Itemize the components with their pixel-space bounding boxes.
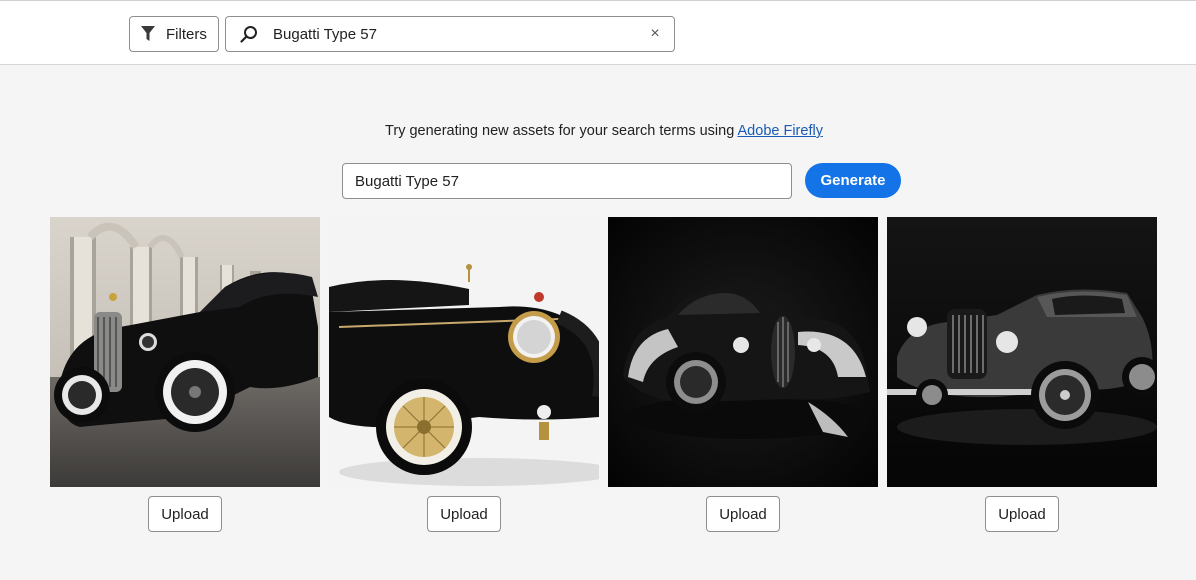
search-icon xyxy=(240,25,258,43)
firefly-prompt: Try generating new assets for your searc… xyxy=(0,123,1196,139)
search-input[interactable] xyxy=(273,19,633,49)
upload-button[interactable]: Upload xyxy=(427,496,501,532)
upload-button[interactable]: Upload xyxy=(985,496,1059,532)
result-card: Upload xyxy=(329,217,599,532)
generate-button[interactable]: Generate xyxy=(805,163,901,198)
generate-prompt-input[interactable] xyxy=(342,163,792,199)
result-card: Upload xyxy=(887,217,1157,532)
search-box: × xyxy=(225,16,675,52)
result-image[interactable] xyxy=(608,217,878,487)
result-card: Upload xyxy=(608,217,878,532)
upload-button[interactable]: Upload xyxy=(148,496,222,532)
result-image[interactable] xyxy=(887,217,1157,487)
adobe-firefly-link[interactable]: Adobe Firefly xyxy=(738,123,823,139)
clear-search-icon[interactable]: × xyxy=(646,25,664,43)
result-card: Upload xyxy=(50,217,320,532)
result-image[interactable] xyxy=(329,217,599,487)
filter-icon xyxy=(140,25,156,43)
top-toolbar: Filters × xyxy=(0,0,1196,65)
upload-button[interactable]: Upload xyxy=(706,496,780,532)
result-image[interactable] xyxy=(50,217,320,487)
filters-button[interactable]: Filters xyxy=(129,16,219,52)
firefly-prompt-text: Try generating new assets for your searc… xyxy=(385,123,738,139)
filters-label: Filters xyxy=(166,25,207,43)
